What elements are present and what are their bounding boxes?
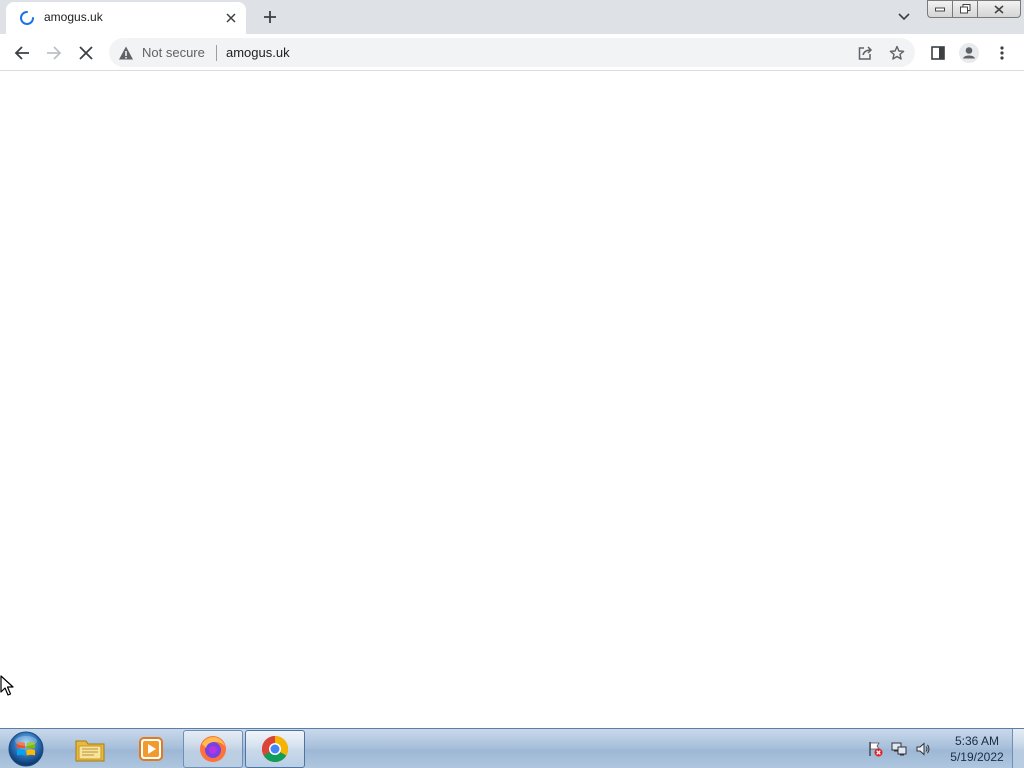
mouse-cursor-icon xyxy=(0,675,14,696)
window-close-button[interactable] xyxy=(977,0,1021,18)
plus-icon xyxy=(264,11,276,23)
taskbar-app-explorer[interactable] xyxy=(60,730,120,768)
omnibox-divider xyxy=(216,45,217,61)
media-player-icon xyxy=(139,737,163,761)
volume-icon[interactable] xyxy=(915,741,931,757)
arrow-right-icon xyxy=(47,46,62,60)
start-button[interactable] xyxy=(6,730,46,768)
browser-toolbar: Not secure amogus.uk xyxy=(0,34,1024,71)
action-center-flag-icon[interactable] xyxy=(867,741,883,757)
warning-icon[interactable] xyxy=(118,45,134,61)
address-bar[interactable]: Not secure amogus.uk xyxy=(109,38,915,67)
tab-search-button[interactable] xyxy=(893,6,915,28)
taskbar-app-media-player[interactable] xyxy=(121,730,181,768)
tab-close-button[interactable] xyxy=(222,9,240,27)
star-icon xyxy=(889,45,905,60)
restore-icon xyxy=(959,4,970,14)
chrome-icon xyxy=(261,736,289,763)
clock-time[interactable]: 5:36 AM xyxy=(942,734,1012,748)
security-status-label[interactable]: Not secure xyxy=(142,45,205,60)
back-button[interactable] xyxy=(9,40,35,66)
loading-spinner-icon xyxy=(20,11,34,25)
new-tab-button[interactable] xyxy=(258,5,282,29)
taskbar: 5:36 AM 5/19/2022 xyxy=(0,728,1024,768)
share-button[interactable] xyxy=(855,43,875,63)
profile-button[interactable] xyxy=(956,40,982,66)
taskbar-app-firefox[interactable] xyxy=(183,730,243,768)
window-caption-buttons xyxy=(927,0,1021,18)
side-panel-button[interactable] xyxy=(925,40,951,66)
page-content[interactable] xyxy=(0,71,1024,728)
chevron-down-icon xyxy=(898,13,910,21)
network-icon[interactable] xyxy=(891,741,907,757)
show-desktop-button[interactable] xyxy=(1012,729,1024,768)
tab-title: amogus.uk xyxy=(44,10,103,24)
url-text[interactable]: amogus.uk xyxy=(226,45,290,60)
stop-x-icon xyxy=(79,46,93,60)
arrow-left-icon xyxy=(14,46,29,60)
screen: amogus.uk Not secure amogus.uk 5:36 AM 5… xyxy=(0,0,1024,768)
bookmark-button[interactable] xyxy=(887,43,907,63)
tab-strip: amogus.uk xyxy=(0,0,1024,34)
forward-button[interactable] xyxy=(41,40,67,66)
restore-button[interactable] xyxy=(952,0,977,18)
minimize-button[interactable] xyxy=(927,0,952,18)
browser-menu-button[interactable] xyxy=(989,40,1015,66)
close-icon xyxy=(994,4,1004,14)
close-icon xyxy=(226,13,236,23)
browser-tab[interactable]: amogus.uk xyxy=(6,2,246,34)
firefox-icon xyxy=(200,736,226,762)
share-icon xyxy=(858,46,873,60)
minimize-icon xyxy=(935,7,945,12)
folder-icon xyxy=(75,740,105,762)
taskbar-app-chrome[interactable] xyxy=(245,730,305,768)
vertical-dots-icon xyxy=(1000,46,1004,60)
system-tray: 5:36 AM 5/19/2022 xyxy=(862,729,1014,768)
profile-avatar-icon xyxy=(959,43,979,63)
clock-date[interactable]: 5/19/2022 xyxy=(942,750,1012,764)
side-panel-icon xyxy=(931,46,945,60)
stop-loading-button[interactable] xyxy=(73,40,99,66)
